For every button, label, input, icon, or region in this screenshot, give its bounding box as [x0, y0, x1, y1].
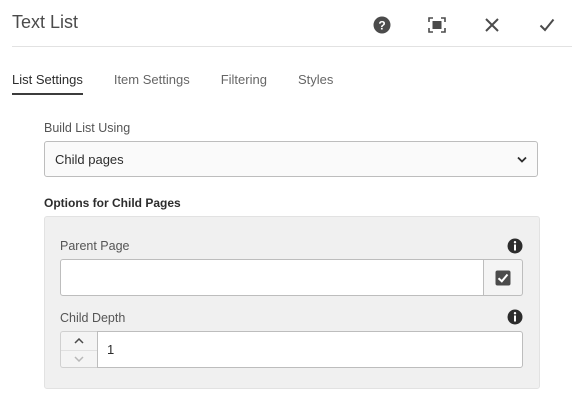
chevron-up-icon: [74, 338, 84, 344]
help-button[interactable]: ?: [367, 12, 397, 38]
path-picker-button[interactable]: [484, 259, 523, 296]
done-button[interactable]: [532, 12, 562, 38]
child-depth-label: Child Depth: [60, 311, 126, 325]
header-divider: [12, 46, 572, 47]
parent-page-input[interactable]: [60, 259, 484, 296]
tab-item-settings[interactable]: Item Settings: [114, 72, 190, 93]
child-options-heading: Options for Child Pages: [44, 196, 181, 210]
checkmark-icon: [539, 18, 555, 32]
child-depth-stepper: [60, 331, 97, 368]
fullscreen-icon: [428, 17, 446, 33]
close-icon: [485, 18, 499, 32]
info-icon[interactable]: [507, 309, 523, 325]
info-icon[interactable]: [507, 238, 523, 254]
increment-button[interactable]: [61, 332, 97, 351]
tab-bar: List Settings Item Settings Filtering St…: [12, 72, 333, 95]
tab-styles[interactable]: Styles: [298, 72, 333, 93]
chevron-down-icon: [517, 156, 527, 163]
chevron-down-icon: [74, 356, 84, 362]
svg-text:?: ?: [378, 19, 385, 33]
checkbox-icon: [495, 270, 511, 285]
child-depth-value: 1: [107, 342, 115, 357]
build-list-label: Build List Using: [44, 121, 131, 135]
tab-filtering[interactable]: Filtering: [221, 72, 267, 93]
help-icon: ?: [373, 16, 391, 34]
build-list-value: Child pages: [55, 151, 124, 167]
decrement-button[interactable]: [61, 350, 97, 368]
parent-page-label: Parent Page: [60, 239, 130, 253]
header-actions: ?: [367, 12, 562, 38]
fullscreen-button[interactable]: [422, 12, 452, 38]
child-depth-input[interactable]: 1: [97, 331, 523, 368]
tab-list-settings[interactable]: List Settings: [12, 72, 83, 95]
dialog-header: Text List ?: [0, 0, 574, 47]
dialog-title: Text List: [12, 12, 79, 32]
close-button[interactable]: [477, 12, 507, 38]
build-list-select[interactable]: Child pages: [44, 141, 538, 177]
